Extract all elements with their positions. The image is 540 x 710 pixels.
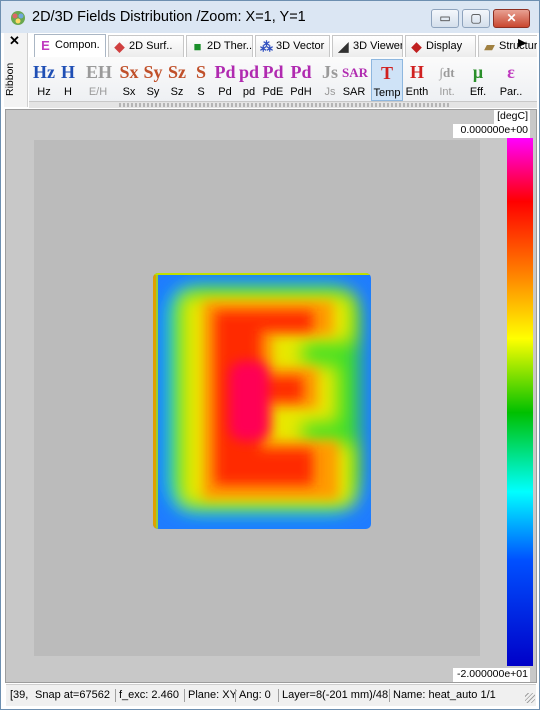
toolbar-button-glyph: H	[60, 62, 75, 82]
window-title: 2D/3D Fields Distribution /Zoom: X=1, Y=…	[32, 9, 306, 25]
toolbar-button-glyph: Js	[321, 62, 338, 82]
tab-label: 2D Ther..	[207, 40, 253, 52]
status-angle: Ang: 0	[235, 689, 271, 702]
toolbar-button-glyph: ε	[507, 62, 515, 82]
status-name: Name: heat_auto 1/1	[389, 689, 496, 702]
tab-label: 3D Vector	[276, 40, 325, 52]
toolbar-button-glyph: EH	[86, 62, 113, 82]
ribbon-close-icon[interactable]: ✕	[9, 34, 20, 48]
colorscale-min-value: -2.000000e+01	[453, 668, 530, 682]
resize-grip[interactable]	[525, 693, 535, 703]
toolbar-button-label: SAR	[342, 86, 366, 98]
toolbar-button-label: Enth	[405, 86, 429, 98]
toolbar-button-glyph: pd	[238, 62, 260, 82]
toolbar-button-glyph: Pd	[214, 62, 236, 82]
status-f-exc: f_exc: 2.460	[115, 689, 179, 702]
status-coords: [39,	[10, 689, 29, 701]
tab-icon: ◆	[114, 39, 125, 54]
toolbar-button-glyph: SAR	[342, 65, 369, 80]
tab-label: 3D Viewer	[353, 40, 403, 52]
toolbar-button-label: Eff.	[469, 86, 487, 98]
toolbar-button-label: Par..	[499, 86, 523, 98]
toolbar-button-eff[interactable]: μ Eff.	[466, 59, 490, 101]
ribbon-side-panel: ✕ Ribbon	[4, 33, 28, 107]
tab-scroll-right-icon[interactable]: ▶	[518, 36, 532, 54]
toolbar-button-label: E/H	[88, 86, 108, 98]
toolbar-button-label: Int.	[439, 86, 455, 98]
tab-icon: ⁂	[260, 39, 273, 54]
tab-label: Compon.	[55, 39, 100, 51]
toolbar-button-glyph: H	[409, 62, 424, 82]
status-layer: Layer=8(-201 mm)/48	[278, 689, 388, 702]
toolbar-button-glyph: ∫dt	[439, 65, 455, 80]
close-button[interactable]: ✕	[493, 9, 530, 28]
field-view[interactable]: [degC] 0.000000e+00 -2.000000e+01	[5, 109, 537, 683]
toolbar-button-sar[interactable]: SAR SAR	[342, 59, 369, 101]
tab-label: Display	[426, 40, 463, 52]
toolbar-button-glyph: Sz	[168, 62, 186, 82]
ribbon-label: Ribbon	[4, 62, 16, 96]
toolbar-button-pdh[interactable]: Pd PdH	[289, 59, 313, 101]
tab-label: 2D Surf..	[129, 40, 173, 52]
toolbar-button-enth[interactable]: H Enth	[405, 59, 429, 101]
tab-display[interactable]: ◆ Display	[405, 35, 476, 57]
color-scale-bar	[507, 138, 533, 666]
tab-icon: ▰	[484, 39, 495, 54]
tab-3d-viewer[interactable]: ◢ 3D Viewer	[332, 35, 403, 57]
title-bar[interactable]: 2D/3D Fields Distribution /Zoom: X=1, Y=…	[1, 1, 539, 33]
toolbar-button-e-h[interactable]: EH E/H	[86, 59, 113, 101]
app-icon	[11, 11, 25, 25]
maximize-button[interactable]: ▢	[462, 9, 490, 28]
toolbar-button-glyph: Sy	[143, 62, 163, 82]
tab-3d-vector[interactable]: ⁂ 3D Vector	[255, 35, 330, 57]
tab-icon: ◆	[411, 39, 422, 54]
status-plane: Plane: XY	[184, 689, 237, 702]
tab-2d-ther[interactable]: ■ 2D Ther..	[186, 35, 253, 57]
minimize-button[interactable]: ▭	[431, 9, 459, 28]
toolbar-button-glyph: Pd	[262, 62, 284, 82]
toolbar-button-pde[interactable]: Pd PdE	[261, 59, 285, 101]
tab-2d-surf[interactable]: ◆ 2D Surf..	[108, 35, 184, 57]
toolbar-button-int[interactable]: ∫dt Int.	[435, 59, 459, 101]
toolbar-scrollbar[interactable]	[29, 102, 537, 108]
field-heatmap	[153, 273, 371, 529]
toolbar-button-glyph: Hz	[33, 62, 55, 82]
ribbon-tab-row: E Compon. ◆ 2D Surf.. ■ 2D Ther.. ⁂ 3D Vector ◢ 3…	[29, 33, 537, 57]
colorscale-unit: [degC]	[494, 110, 530, 124]
app-window: 2D/3D Fields Distribution /Zoom: X=1, Y=…	[0, 0, 540, 710]
toolbar-button-glyph: S	[195, 62, 206, 82]
status-snap: Snap at=67562	[35, 689, 110, 701]
toolbar-button-temp[interactable]: T Temp	[371, 59, 403, 101]
tab-icon: ■	[193, 39, 202, 54]
toolbar-button-glyph: Pd	[290, 62, 312, 82]
toolbar-button-par[interactable]: ε Par..	[499, 59, 523, 101]
toolbar-scroll-thumb[interactable]	[119, 103, 449, 107]
colorscale-max-value: 0.000000e+00	[453, 124, 530, 138]
temperature-field-map[interactable]	[153, 273, 371, 529]
tab-compon[interactable]: E Compon.	[34, 34, 106, 57]
toolbar-button-glyph: Sx	[119, 62, 139, 82]
tab-icon: ◢	[338, 39, 349, 54]
toolbar-button-label: PdH	[290, 86, 312, 98]
toolbar-button-glyph: T	[380, 63, 393, 83]
toolbar-button-label: H	[64, 86, 72, 98]
status-bar: [39, Snap at=67562 f_exc: 2.460 Plane: X…	[6, 684, 536, 706]
toolbar-button-glyph: μ	[472, 62, 484, 82]
tab-icon: E	[41, 38, 50, 53]
component-toolbar: Hz Hz H H EH E/H Sx Sx Sy Sy Sz Sz S S Pd Pd pd pd Pd PdE Pd…	[29, 57, 537, 102]
toolbar-button-h[interactable]: HH	[56, 59, 80, 101]
